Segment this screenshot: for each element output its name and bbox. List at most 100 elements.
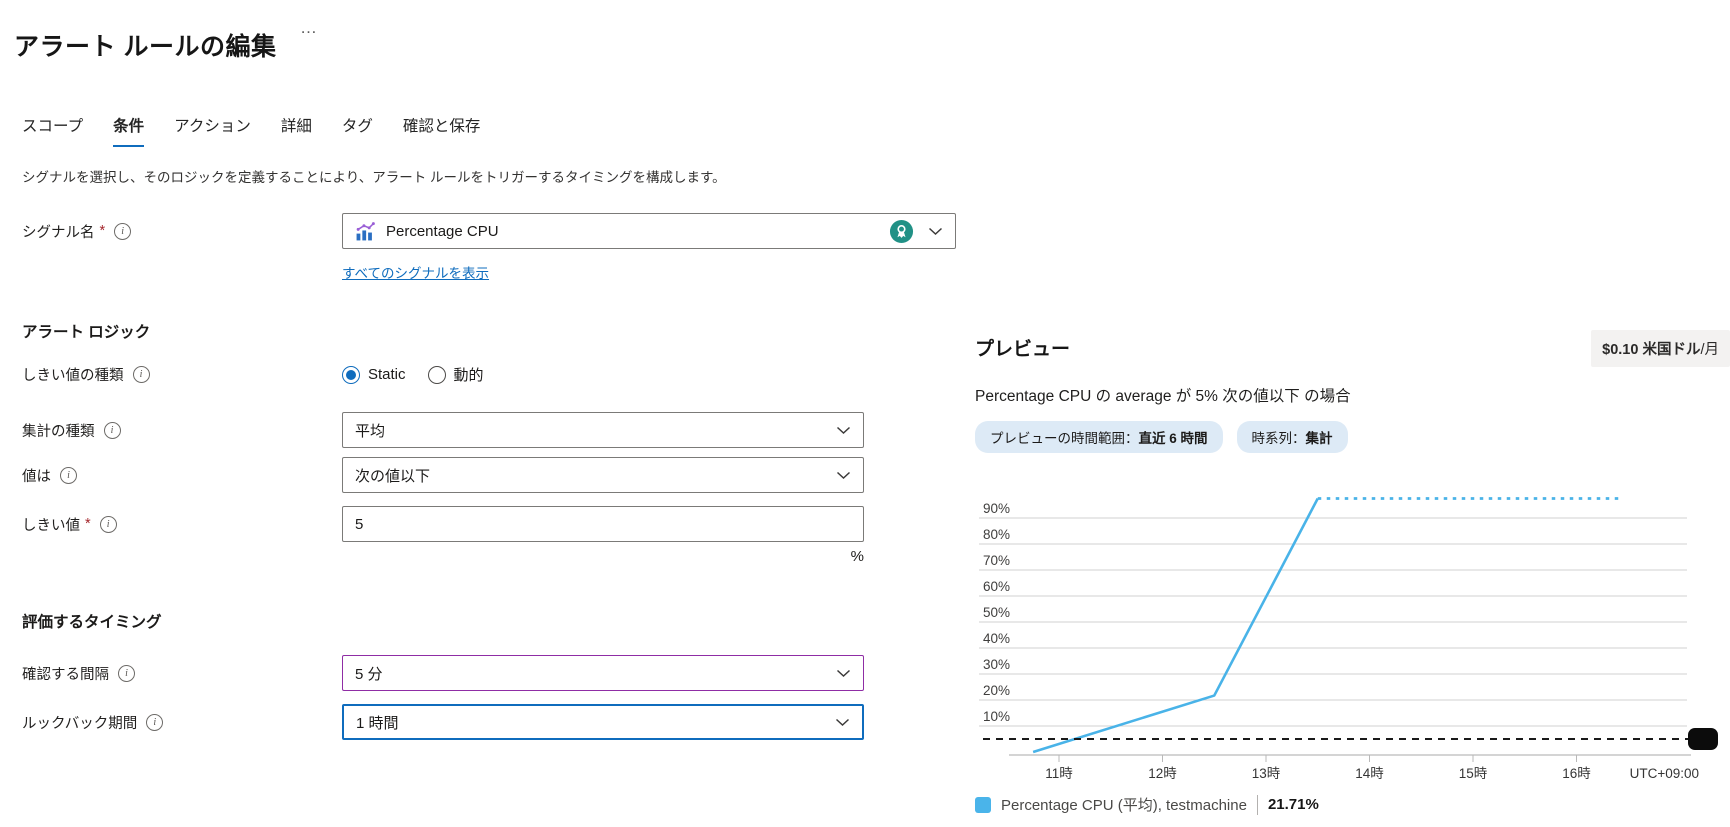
lookback-period-select[interactable]: 1 時間 xyxy=(342,704,864,740)
condition-summary: Percentage CPU の average が 5% 次の値以下 の場合 xyxy=(975,384,1730,406)
lookback-period-select-value: 1 時間 xyxy=(356,712,399,733)
chevron-down-icon xyxy=(928,227,943,236)
aggregation-select[interactable]: 平均 xyxy=(342,412,864,448)
aggregation-label-text: 集計の種類 xyxy=(22,420,95,441)
metric-signal-icon xyxy=(355,221,376,242)
tab-tags[interactable]: タグ xyxy=(342,114,373,147)
tab-details[interactable]: 詳細 xyxy=(281,114,312,147)
check-frequency-label-text: 確認する間隔 xyxy=(22,663,109,684)
estimated-cost-period: /月 xyxy=(1700,342,1719,358)
time-range-pill-value: 直近 6 時間 xyxy=(1139,431,1208,446)
info-icon[interactable]: i xyxy=(133,366,150,383)
radio-static-circle[interactable] xyxy=(342,366,360,384)
radio-dynamic[interactable]: 動的 xyxy=(428,364,484,385)
check-frequency-label: 確認する間隔 i xyxy=(22,663,342,684)
y-tick-label: 50% xyxy=(983,605,1010,620)
more-menu-icon[interactable]: … xyxy=(300,18,319,38)
operator-label-text: 値は xyxy=(22,465,51,486)
evaluation-timing-heading: 評価するタイミング xyxy=(22,610,162,632)
threshold-type-label: しきい値の種類 i xyxy=(22,364,342,385)
signal-combobox-value: Percentage CPU xyxy=(386,223,499,240)
y-tick-label: 60% xyxy=(983,579,1010,594)
time-series-pill-prefix: 時系列： xyxy=(1252,431,1306,446)
preview-header: プレビュー $0.10 米国ドル/月 xyxy=(975,330,1730,367)
check-frequency-select-value: 5 分 xyxy=(355,663,383,684)
radio-dynamic-label: 動的 xyxy=(454,364,484,385)
y-tick-label: 20% xyxy=(983,683,1010,698)
tab-review-save[interactable]: 確認と保存 xyxy=(403,114,481,147)
legend-separator xyxy=(1257,795,1258,815)
info-icon[interactable]: i xyxy=(60,467,77,484)
chevron-down-icon xyxy=(836,471,851,480)
info-icon[interactable]: i xyxy=(146,714,163,731)
lookback-period-label: ルックバック期間 i xyxy=(22,712,342,733)
time-series-pill[interactable]: 時系列：集計 xyxy=(1237,421,1348,453)
tab-scope[interactable]: スコープ xyxy=(22,114,83,147)
recommended-signal-badge-icon xyxy=(889,219,914,244)
alert-logic-heading: アラート ロジック xyxy=(22,320,150,342)
operator-select[interactable]: 次の値以下 xyxy=(342,457,864,493)
y-tick-label: 80% xyxy=(983,527,1010,542)
y-tick-label: 90% xyxy=(983,501,1010,516)
preview-chart: 10%20%30%40%50%60%70%80%90%11時12時13時14時1… xyxy=(975,461,1730,788)
threshold-value-label-text: しきい値 xyxy=(22,514,80,535)
threshold-value-input-value: 5 xyxy=(355,516,363,533)
threshold-value-label: しきい値 * i xyxy=(22,514,342,535)
tab-bar: スコープ 条件 アクション 詳細 タグ 確認と保存 xyxy=(22,114,480,147)
operator-select-value: 次の値以下 xyxy=(355,465,430,486)
x-tick-label: 15時 xyxy=(1459,766,1488,781)
operator-label: 値は i xyxy=(22,465,342,486)
info-icon[interactable]: i xyxy=(118,665,135,682)
required-asterisk: * xyxy=(100,223,106,239)
time-series-pill-value: 集計 xyxy=(1306,431,1333,446)
aggregation-select-value: 平均 xyxy=(355,420,385,441)
signal-combobox[interactable]: Percentage CPU xyxy=(342,213,956,249)
info-icon[interactable]: i xyxy=(100,516,117,533)
preview-chart-svg: 10%20%30%40%50%60%70%80%90%11時12時13時14時1… xyxy=(975,461,1730,783)
threshold-type-radio-group: Static 動的 xyxy=(342,364,484,385)
threshold-type-row: しきい値の種類 i Static 動的 xyxy=(22,364,484,385)
legend-latest-value: 21.71% xyxy=(1268,796,1319,813)
y-tick-label: 30% xyxy=(983,657,1010,672)
threshold-type-label-text: しきい値の種類 xyxy=(22,364,124,385)
threshold-value-input[interactable]: 5 xyxy=(342,506,864,542)
required-asterisk: * xyxy=(85,516,91,532)
preview-panel: プレビュー $0.10 米国ドル/月 Percentage CPU の aver… xyxy=(975,330,1730,815)
tab-actions[interactable]: アクション xyxy=(174,114,251,147)
chevron-down-icon xyxy=(836,426,851,435)
x-tick-label: 12時 xyxy=(1148,766,1177,781)
x-tick-label: 16時 xyxy=(1562,766,1591,781)
radio-dynamic-circle[interactable] xyxy=(428,366,446,384)
info-icon[interactable]: i xyxy=(104,422,121,439)
series-line xyxy=(1033,499,1318,753)
y-tick-label: 10% xyxy=(983,709,1010,724)
radio-static[interactable]: Static xyxy=(342,366,406,384)
page-title: アラート ルールの編集 xyxy=(14,27,276,63)
signal-name-row: シグナル名 * i Percentage CPU xyxy=(22,213,956,249)
info-icon[interactable]: i xyxy=(114,223,131,240)
chevron-down-icon xyxy=(835,718,850,727)
lookback-period-row: ルックバック期間 i 1 時間 xyxy=(22,704,864,740)
legend-series-name: Percentage CPU (平均), testmachine xyxy=(1001,794,1247,815)
tab-condition[interactable]: 条件 xyxy=(113,114,144,147)
aggregation-row: 集計の種類 i 平均 xyxy=(22,412,864,448)
signal-name-label-text: シグナル名 xyxy=(22,221,95,242)
radio-static-label: Static xyxy=(368,366,406,383)
x-tick-label: 13時 xyxy=(1252,766,1281,781)
y-tick-label: 40% xyxy=(983,631,1010,646)
estimated-cost-amount: $0.10 米国ドル xyxy=(1602,342,1700,358)
lookback-period-label-text: ルックバック期間 xyxy=(22,712,137,733)
x-tick-label: 11時 xyxy=(1045,766,1073,781)
threshold-handle[interactable] xyxy=(1688,728,1718,750)
legend-color-swatch xyxy=(975,797,991,813)
signal-name-label: シグナル名 * i xyxy=(22,221,342,242)
time-range-pill-prefix: プレビューの時間範囲： xyxy=(990,431,1139,446)
threshold-value-row: しきい値 * i 5 xyxy=(22,506,864,542)
check-frequency-row: 確認する間隔 i 5 分 xyxy=(22,655,864,691)
operator-row: 値は i 次の値以下 xyxy=(22,457,864,493)
time-range-pill[interactable]: プレビューの時間範囲：直近 6 時間 xyxy=(975,421,1223,453)
check-frequency-select[interactable]: 5 分 xyxy=(342,655,864,691)
show-all-signals-link[interactable]: すべてのシグナルを表示 xyxy=(342,262,489,282)
chart-legend[interactable]: Percentage CPU (平均), testmachine 21.71% xyxy=(975,794,1730,815)
chevron-down-icon xyxy=(836,669,851,678)
